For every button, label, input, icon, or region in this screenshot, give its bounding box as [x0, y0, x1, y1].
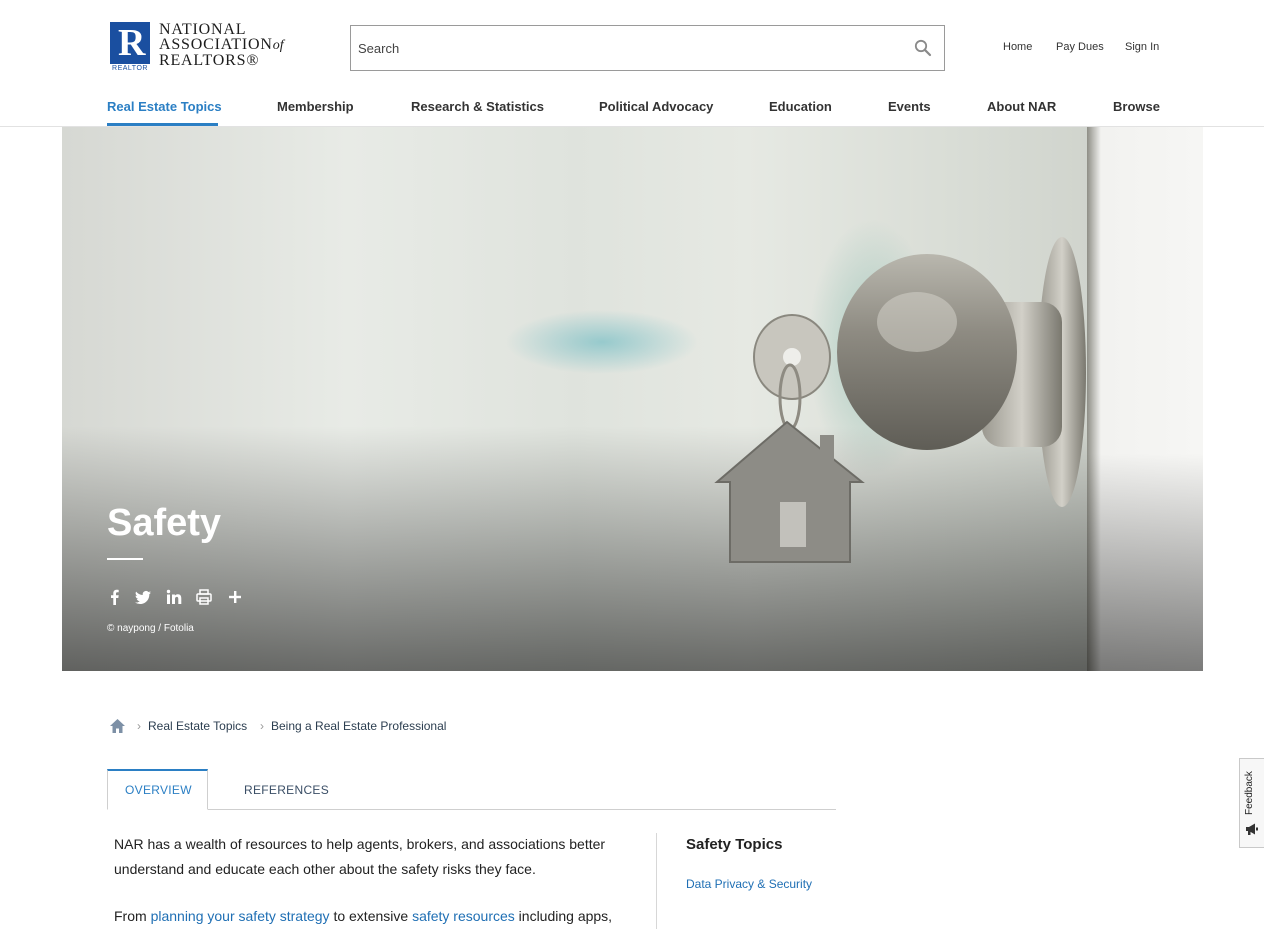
realtor-logo-mark: R REALTOR [110, 22, 150, 74]
breadcrumb-real-estate-topics[interactable]: Real Estate Topics [148, 719, 247, 733]
utility-home-link[interactable]: Home [1003, 41, 1032, 53]
site-header: R REALTOR NATIONAL ASSOCIATIONof REALTOR… [0, 0, 1264, 127]
paragraph-2-text: to extensive [329, 908, 413, 924]
nav-political-advocacy[interactable]: Political Advocacy [599, 99, 713, 114]
logo-line-2: ASSOCIATION [159, 36, 273, 53]
sidebar-divider [656, 833, 657, 929]
search-input[interactable] [358, 26, 898, 70]
page-title: Safety [107, 502, 222, 544]
photo-credit: © naypong / Fotolia [107, 623, 194, 634]
intro-paragraph: NAR has a wealth of resources to help ag… [114, 836, 606, 877]
utility-sign-in-link[interactable]: Sign In [1125, 41, 1159, 53]
planning-safety-strategy-link[interactable]: planning your safety strategy [151, 908, 330, 924]
search-box [350, 25, 945, 71]
logo-line-3: REALTORS® [159, 52, 260, 69]
paragraph-2-text: From [114, 908, 151, 924]
active-nav-indicator [107, 123, 218, 126]
print-icon[interactable] [196, 589, 212, 605]
nav-membership[interactable]: Membership [277, 99, 354, 114]
paragraph-2-text: including apps, [514, 908, 613, 924]
paragraph-2: From planning your safety strategy to ex… [114, 904, 634, 929]
nav-browse[interactable]: Browse [1113, 99, 1160, 114]
megaphone-icon[interactable] [1245, 822, 1259, 836]
home-icon[interactable] [109, 718, 126, 734]
nav-events[interactable]: Events [888, 99, 931, 114]
logo-line-2-of: of [272, 38, 284, 53]
plus-icon[interactable] [227, 589, 243, 605]
logo-line-1: NATIONAL [159, 21, 247, 38]
nar-logo[interactable]: R REALTOR NATIONAL ASSOCIATIONof REALTOR… [110, 22, 284, 74]
safety-resources-link[interactable]: safety resources [412, 908, 515, 924]
feedback-label[interactable]: Feedback [1244, 768, 1255, 818]
nav-about-nar[interactable]: About NAR [987, 99, 1056, 114]
sidebar-link-data-privacy-security[interactable]: Data Privacy & Security [686, 877, 812, 891]
twitter-icon[interactable] [135, 589, 151, 605]
logo-wordmark: NATIONAL ASSOCIATIONof REALTORS® [159, 21, 284, 69]
nav-research-statistics[interactable]: Research & Statistics [411, 99, 544, 114]
logo-sub-label: REALTOR [112, 65, 148, 72]
tab-references[interactable]: REFERENCES [244, 783, 329, 797]
breadcrumb-being-a-real-estate-professional[interactable]: Being a Real Estate Professional [271, 719, 446, 733]
title-rule [107, 558, 143, 560]
door-edge [1087, 127, 1203, 671]
nav-education[interactable]: Education [769, 99, 832, 114]
breadcrumb-separator: › [260, 719, 264, 733]
hero-banner: Safety © naypong / Fotolia [62, 127, 1203, 671]
tab-overview-label[interactable]: OVERVIEW [125, 783, 192, 797]
facebook-icon[interactable] [107, 589, 123, 605]
linkedin-icon[interactable] [166, 589, 182, 605]
door-knob-with-key-image [714, 237, 1086, 563]
search-icon[interactable] [914, 39, 932, 57]
nav-real-estate-topics[interactable]: Real Estate Topics [107, 99, 222, 114]
tabs-baseline [107, 809, 836, 810]
breadcrumb-separator: › [137, 719, 141, 733]
logo-letter: R [118, 22, 146, 64]
sidebar-title: Safety Topics [686, 836, 783, 853]
utility-pay-dues-link[interactable]: Pay Dues [1056, 41, 1104, 53]
